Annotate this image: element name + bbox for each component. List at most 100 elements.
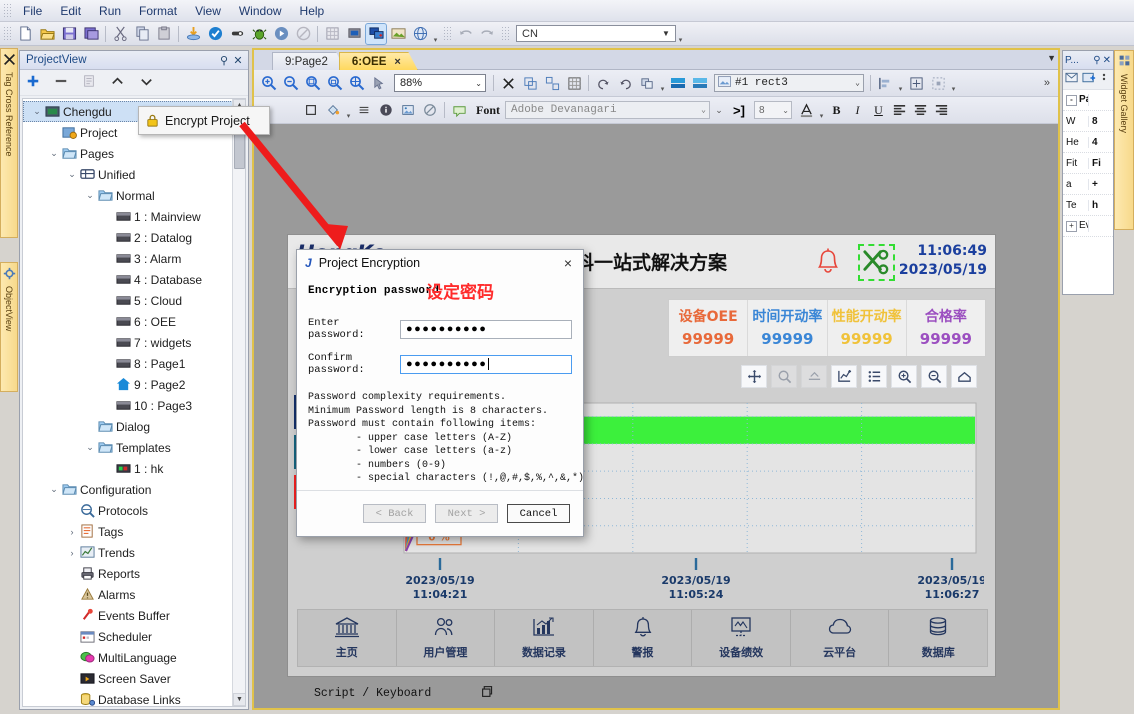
zoom-in-icon[interactable] xyxy=(259,73,279,93)
nav-item-data-log[interactable]: 数据记录 xyxy=(495,610,594,666)
rotate-left-icon[interactable] xyxy=(593,73,613,93)
pin-icon[interactable]: ⚲ xyxy=(217,53,231,67)
group-icon[interactable] xyxy=(520,73,540,93)
font-size-select[interactable]: 8 ⌄ xyxy=(754,101,792,119)
add-icon[interactable] xyxy=(26,74,40,91)
chevron-down-icon[interactable]: ▾ xyxy=(896,73,905,93)
gradient-icon[interactable] xyxy=(690,73,710,93)
tree-item-multilanguage[interactable]: MultiLanguage xyxy=(23,647,245,668)
tree-item-dialog[interactable]: Dialog xyxy=(23,416,245,437)
resize-icon[interactable] xyxy=(906,73,926,93)
close-icon[interactable]: × xyxy=(394,56,400,68)
arrange-icon[interactable] xyxy=(637,73,657,93)
fill-color-icon[interactable] xyxy=(668,73,688,93)
menu-item-window[interactable]: Window xyxy=(230,2,291,20)
chevron-down-icon[interactable]: ▾ xyxy=(949,73,958,93)
font-family-select[interactable]: Adobe Devanagari ⌄ xyxy=(505,101,710,119)
tree-item-9-page2[interactable]: 9 : Page2 xyxy=(23,374,245,395)
widget-gallery-tab[interactable]: Widget Gallery xyxy=(1114,50,1134,230)
pin-icon[interactable]: ⚲ xyxy=(1093,55,1100,66)
screens-icon[interactable] xyxy=(365,22,387,45)
property-row[interactable]: W 8 xyxy=(1063,111,1113,132)
grid-toggle-icon[interactable] xyxy=(564,73,584,93)
align-icon[interactable] xyxy=(875,73,895,93)
debug-icon[interactable] xyxy=(249,24,269,44)
close-icon[interactable]: ✕ xyxy=(1103,55,1111,66)
font-color-icon[interactable] xyxy=(797,101,816,120)
tree-item-4-database[interactable]: 4 : Database xyxy=(23,269,245,290)
toolbar-grip[interactable] xyxy=(3,25,11,42)
image-fill-icon[interactable] xyxy=(398,100,418,120)
properties-add-icon[interactable] xyxy=(1082,71,1097,88)
property-row[interactable]: -Page xyxy=(1063,90,1113,111)
menu-item-file[interactable]: File xyxy=(14,2,51,20)
property-row[interactable]: a + xyxy=(1063,174,1113,195)
expand-icon[interactable]: + xyxy=(1066,220,1077,232)
tree-item-10-page3[interactable]: 10 : Page3 xyxy=(23,395,245,416)
scroll-down-icon[interactable]: ▼ xyxy=(233,693,245,706)
align-right-icon[interactable] xyxy=(932,101,951,120)
sidebar-tab-object-view[interactable]: ObjectView xyxy=(0,262,18,392)
tree-item-7-widgets[interactable]: 7 : widgets xyxy=(23,332,245,353)
property-row[interactable]: +Ev xyxy=(1063,216,1113,237)
property-row[interactable]: Te h xyxy=(1063,195,1113,216)
chevron-down-icon[interactable]: ⌄ xyxy=(855,78,860,88)
project-tree-scrollbar[interactable]: ▲ ▼ xyxy=(232,99,245,706)
nav-item-database[interactable]: 数据库 xyxy=(889,610,987,666)
redo-icon[interactable] xyxy=(477,24,497,44)
validate-icon[interactable] xyxy=(205,24,225,44)
new-file-icon[interactable] xyxy=(15,24,35,44)
close-icon[interactable]: ✕ xyxy=(231,53,245,67)
confirm-password-input[interactable]: ●●●●●●●●●● xyxy=(400,354,572,374)
nav-item-home[interactable]: 主页 xyxy=(298,610,397,666)
chevron-down-icon[interactable]: ⌄ xyxy=(47,148,61,159)
pointer-icon[interactable] xyxy=(369,73,389,93)
enter-password-input[interactable]: ●●●●●●●●●● xyxy=(400,319,572,339)
tools-icon[interactable] xyxy=(858,244,895,281)
menu-item-view[interactable]: View xyxy=(186,2,230,20)
sidebar-tab-tag-cross-reference[interactable]: Tag Cross Reference xyxy=(0,48,18,238)
tree-item-unified[interactable]: ⌄ Unified xyxy=(23,164,245,185)
zoom-region-icon[interactable] xyxy=(303,73,323,93)
move-down-icon[interactable] xyxy=(139,74,154,92)
ungroup-icon[interactable] xyxy=(542,73,562,93)
bell-icon[interactable] xyxy=(813,247,843,282)
tree-item-1-hk[interactable]: 1 : hk xyxy=(23,458,245,479)
tree-item-alarms[interactable]: Alarms xyxy=(23,584,245,605)
toolbar-overflow-icon-2[interactable]: ▾ xyxy=(676,24,685,44)
nav-item-alarm[interactable]: 警报 xyxy=(594,610,693,666)
tree-item-8-page1[interactable]: 8 : Page1 xyxy=(23,353,245,374)
info-icon[interactable] xyxy=(376,100,396,120)
next-button[interactable]: Next > xyxy=(435,504,498,523)
restore-icon[interactable] xyxy=(481,685,494,702)
paste-icon[interactable] xyxy=(154,24,174,44)
script-keyboard-panel[interactable]: Script / Keyboard xyxy=(254,680,502,706)
move-up-icon[interactable] xyxy=(110,74,125,92)
tree-item-trends[interactable]: › Trends xyxy=(23,542,245,563)
nav-item-equipment-performance[interactable]: 设备绩效 xyxy=(692,610,791,666)
add-trend-icon[interactable] xyxy=(831,365,857,388)
zoom-actual-icon[interactable] xyxy=(347,73,367,93)
tree-item-1-mainview[interactable]: 1 : Mainview xyxy=(23,206,245,227)
menu-item-format[interactable]: Format xyxy=(130,2,186,20)
menu-item-run[interactable]: Run xyxy=(90,2,130,20)
chevron-down-icon[interactable]: ⌄ xyxy=(83,442,97,453)
paint-bucket-icon[interactable] xyxy=(323,100,343,120)
rotate-right-icon[interactable] xyxy=(615,73,635,93)
download-icon[interactable] xyxy=(183,24,203,44)
object-select[interactable]: #1 rect3 ⌄ xyxy=(714,74,864,92)
chevron-down-icon[interactable]: ▾ xyxy=(344,100,353,120)
remove-icon[interactable] xyxy=(54,74,68,91)
properties-more-icon[interactable] xyxy=(1099,71,1109,88)
comment-icon[interactable] xyxy=(449,100,469,120)
chevron-right-icon[interactable]: › xyxy=(65,548,79,558)
cut-icon[interactable] xyxy=(110,24,130,44)
tree-item-2-datalog[interactable]: 2 : Datalog xyxy=(23,227,245,248)
tree-item-events-buffer[interactable]: Events Buffer xyxy=(23,605,245,626)
undo-icon[interactable] xyxy=(455,24,475,44)
chevron-down-icon[interactable]: ▼ xyxy=(659,27,673,40)
chevron-down-icon[interactable]: ⌄ xyxy=(47,484,61,495)
tab-oee[interactable]: 6:OEE × xyxy=(338,52,418,70)
open-folder-icon[interactable] xyxy=(37,24,57,44)
zoom-in-icon[interactable] xyxy=(891,365,917,388)
